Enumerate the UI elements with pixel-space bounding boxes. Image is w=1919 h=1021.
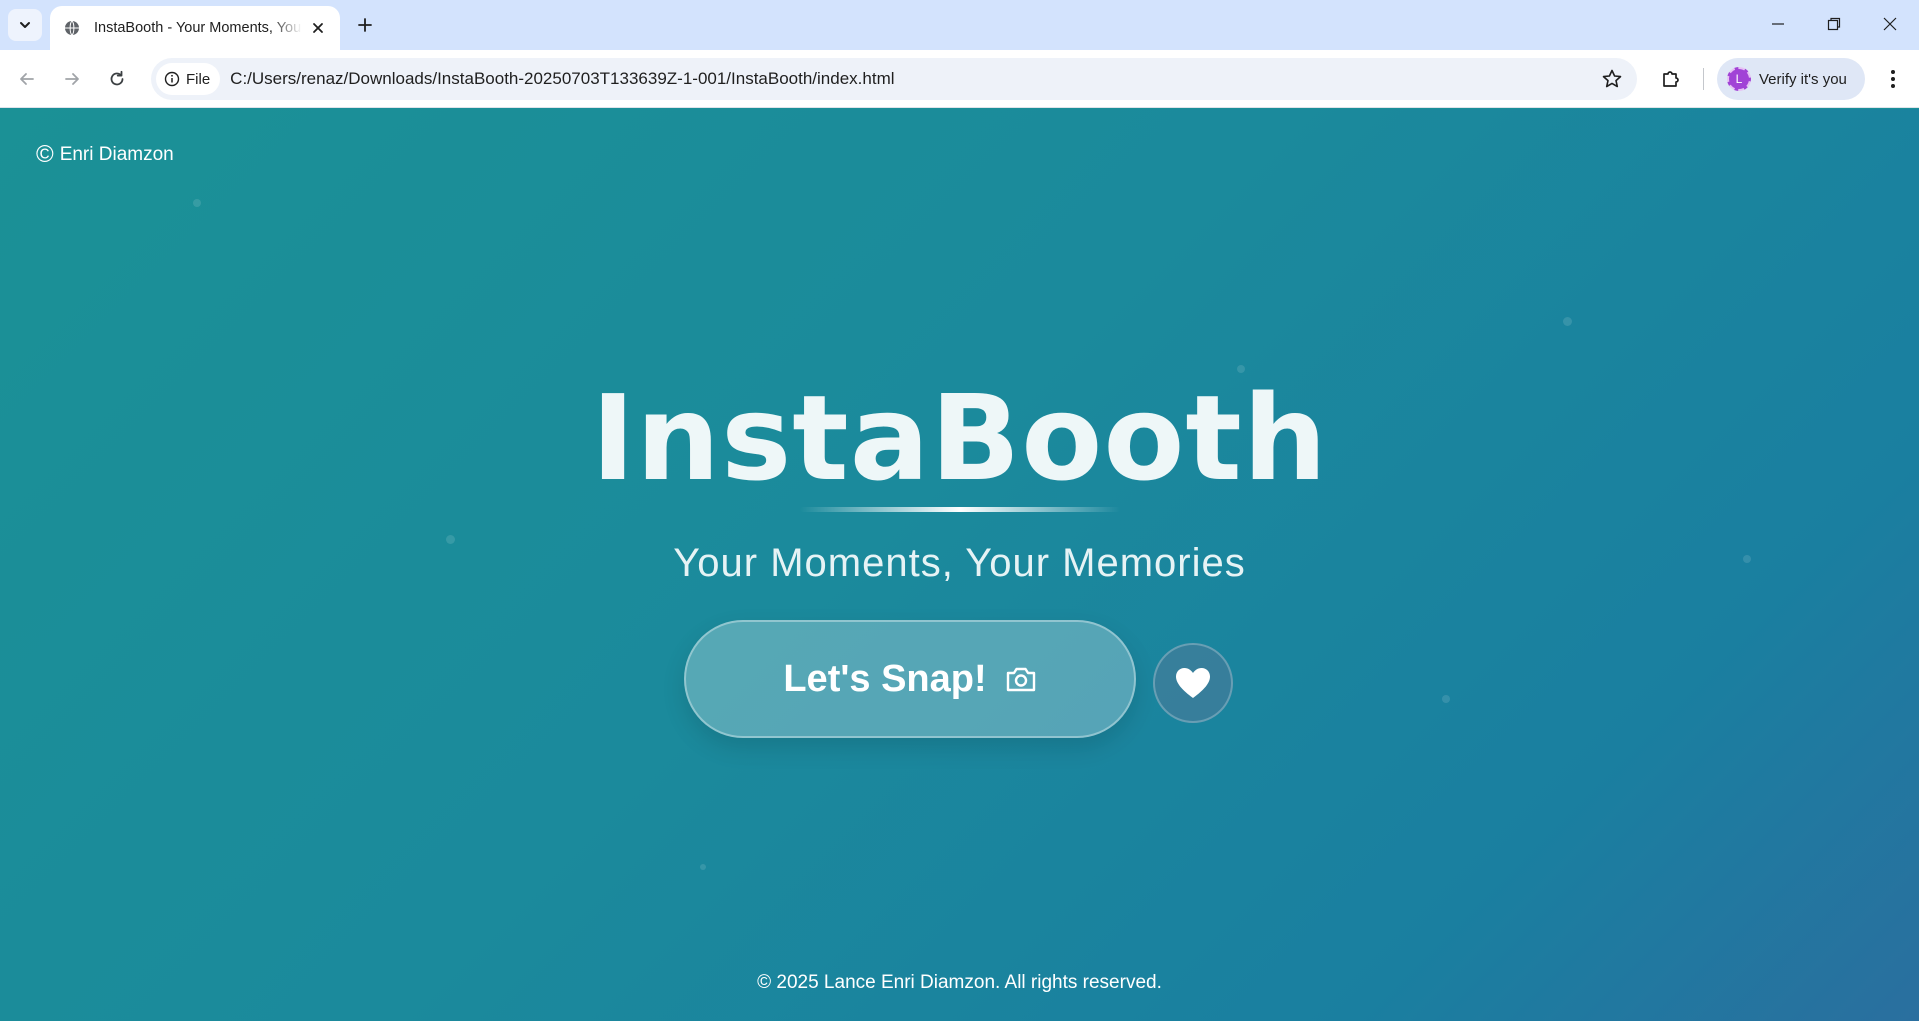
tab-close-button[interactable] <box>308 18 328 38</box>
reload-button[interactable] <box>101 63 133 95</box>
author-name: Enri Diamzon <box>59 144 174 165</box>
arrow-left-icon <box>20 73 34 85</box>
site-info-chip[interactable]: File <box>156 63 221 95</box>
minimize-icon <box>1772 23 1784 25</box>
reload-icon <box>110 70 124 86</box>
tab-search-button[interactable] <box>8 9 42 41</box>
title-underline <box>800 507 1120 512</box>
close-window-button[interactable] <box>1862 0 1918 48</box>
browser-toolbar: File C:/Users/renaz/Downloads/InstaBooth… <box>0 50 1919 108</box>
floating-particle <box>1563 317 1572 326</box>
new-tab-button[interactable] <box>352 12 378 38</box>
restore-button[interactable] <box>1806 0 1862 48</box>
restore-icon <box>1827 17 1841 31</box>
site-info-label: File <box>186 70 211 88</box>
tab-title: InstaBooth - Your Moments, Your Memories <box>94 20 302 36</box>
url-text[interactable]: C:/Users/renaz/Downloads/InstaBooth-2025… <box>230 69 894 89</box>
arrow-right-icon <box>65 73 79 85</box>
globe-icon <box>65 20 79 36</box>
star-icon[interactable] <box>1601 68 1623 90</box>
author-credit: © Enri Diamzon <box>36 143 174 167</box>
lets-snap-button[interactable]: Let's Snap! <box>684 620 1136 738</box>
page-viewport: © Enri Diamzon InstaBooth Your Moments, … <box>0 109 1919 1021</box>
extensions-button[interactable] <box>1655 63 1687 95</box>
floating-particle <box>700 864 706 870</box>
camera-icon <box>1006 667 1035 692</box>
floating-particle <box>193 199 201 207</box>
tagline: Your Moments, Your Memories <box>673 541 1246 585</box>
info-icon <box>164 71 180 87</box>
close-icon <box>1883 17 1897 31</box>
avatar: L <box>1727 67 1751 91</box>
tab-strip: InstaBooth - Your Moments, Your Memories <box>0 0 1919 50</box>
close-icon <box>313 23 323 33</box>
verify-label: Verify it's you <box>1759 70 1847 88</box>
heart-icon <box>1176 668 1210 698</box>
forward-button[interactable] <box>56 63 88 95</box>
puzzle-icon <box>1663 71 1679 87</box>
back-button[interactable] <box>11 63 43 95</box>
address-bar[interactable]: File C:/Users/renaz/Downloads/InstaBooth… <box>151 58 1637 100</box>
favorites-button[interactable] <box>1153 643 1233 723</box>
copyright-icon: © <box>36 141 54 168</box>
footer-copyright: © 2025 Lance Enri Diamzon. All rights re… <box>757 972 1162 993</box>
floating-particle <box>1442 695 1450 703</box>
toolbar-divider <box>1703 68 1704 90</box>
app-title: InstaBooth <box>591 369 1328 507</box>
plus-icon <box>358 18 372 32</box>
minimize-button[interactable] <box>1750 0 1806 48</box>
chevron-down-icon <box>20 22 30 28</box>
lets-snap-label: Let's Snap! <box>783 657 987 700</box>
profile-verify-button[interactable]: L Verify it's you <box>1717 58 1865 100</box>
more-vert-icon <box>1891 70 1895 88</box>
browser-menu-button[interactable] <box>1881 63 1905 95</box>
browser-tab[interactable]: InstaBooth - Your Moments, Your Memories <box>50 6 340 50</box>
